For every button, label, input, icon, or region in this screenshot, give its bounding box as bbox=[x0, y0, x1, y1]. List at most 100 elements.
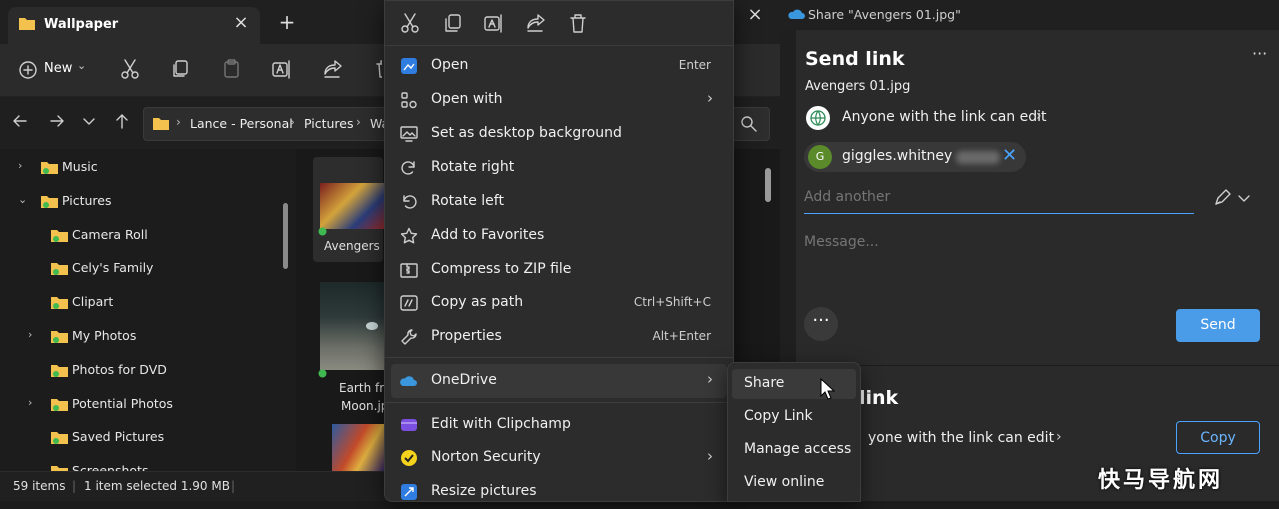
pencil-icon[interactable] bbox=[1212, 188, 1232, 208]
delete-icon[interactable] bbox=[372, 57, 382, 83]
recipient-chip[interactable]: G giggles.whitney ✕ bbox=[804, 142, 1026, 172]
breadcrumb-lance-personal[interactable]: Lance - Personal bbox=[190, 116, 293, 131]
nav-item[interactable]: Camera Roll bbox=[0, 219, 290, 251]
content-scrollbar[interactable] bbox=[765, 168, 771, 202]
file-caption-line-2: Moon.jp bbox=[341, 399, 389, 413]
folder-icon bbox=[152, 115, 170, 131]
menu-item-rotate-left[interactable]: Rotate left bbox=[391, 185, 727, 219]
nav-item[interactable]: Photos for DVD bbox=[0, 354, 290, 386]
submenu-item-label: View online bbox=[744, 474, 825, 490]
submenu-item-copy-link[interactable]: Copy Link bbox=[732, 402, 856, 432]
submenu-item-manage-access[interactable]: Manage access bbox=[732, 435, 856, 465]
rename-icon[interactable] bbox=[270, 57, 296, 83]
menu-item-set-as-desktop-background[interactable]: Set as desktop background bbox=[391, 117, 727, 151]
folder-icon bbox=[50, 227, 70, 243]
menu-item-label: Properties bbox=[431, 328, 502, 344]
menu-item-norton-security[interactable]: Norton Security › bbox=[391, 441, 727, 475]
submenu-item-label: Copy Link bbox=[744, 408, 813, 424]
close-window-icon[interactable]: × bbox=[744, 4, 766, 26]
resize-icon bbox=[400, 483, 418, 501]
file-item-earth-from-moon[interactable]: Earth fro Moon.jp bbox=[314, 282, 391, 417]
chevron-down-icon[interactable] bbox=[1236, 190, 1252, 206]
file-item-avengers-2[interactable] bbox=[314, 424, 384, 471]
nav-item[interactable]: Saved Pictures bbox=[0, 421, 290, 453]
message-field[interactable] bbox=[804, 234, 1244, 294]
menu-item-open-with[interactable]: Open with › bbox=[391, 83, 727, 117]
tab-wallpaper[interactable]: Wallpaper × bbox=[8, 7, 260, 44]
nav-item[interactable]: ⌄ Pictures bbox=[0, 185, 290, 217]
folder-icon bbox=[50, 396, 70, 412]
folder-icon bbox=[50, 429, 70, 445]
submenu-item-label: Share bbox=[744, 375, 785, 391]
copy-icon[interactable] bbox=[442, 12, 464, 34]
menu-item-properties[interactable]: Properties Alt+Enter bbox=[391, 320, 727, 354]
more-options-icon[interactable]: ··· bbox=[1252, 44, 1267, 63]
copy-icon[interactable] bbox=[168, 57, 194, 83]
menu-item-resize-pictures[interactable]: Resize pictures bbox=[391, 475, 727, 509]
chevron-right-icon: › bbox=[707, 89, 713, 107]
add-recipient-input[interactable] bbox=[804, 185, 1184, 209]
cut-icon[interactable] bbox=[399, 12, 421, 34]
nav-item-label: My Photos bbox=[72, 328, 137, 343]
context-menu: Open Enter Open with › Set as desktop backgr… bbox=[384, 0, 734, 502]
rotate-right-icon bbox=[400, 159, 418, 177]
link-permission-setting[interactable]: Anyone with the link can edit › bbox=[805, 105, 1065, 131]
new-button[interactable]: New ⌄ bbox=[14, 57, 92, 83]
nav-item[interactable]: Cely's Family bbox=[0, 252, 290, 284]
new-tab-icon[interactable]: + bbox=[276, 10, 298, 34]
copy-link-permission[interactable]: yone with the link can edit › bbox=[868, 429, 1078, 452]
breadcrumb-pictures[interactable]: Pictures bbox=[304, 116, 354, 131]
chevron-right-icon[interactable]: › bbox=[28, 396, 32, 409]
menu-item-onedrive[interactable]: OneDrive › bbox=[391, 364, 727, 398]
up-arrow-icon[interactable] bbox=[112, 111, 132, 131]
copy-button[interactable]: Copy bbox=[1176, 421, 1260, 454]
submenu-item-share[interactable]: Share bbox=[732, 369, 856, 399]
nav-item[interactable]: › Potential Photos bbox=[0, 388, 290, 420]
nav-item-label: Clipart bbox=[72, 294, 114, 310]
delete-icon[interactable] bbox=[567, 12, 589, 34]
menu-item-compress-to-zip-file[interactable]: Compress to ZIP file bbox=[391, 253, 727, 287]
close-tab-icon[interactable]: × bbox=[230, 12, 252, 34]
shared-file-name: Avengers 01.jpg bbox=[805, 79, 911, 94]
paste-icon[interactable] bbox=[219, 57, 245, 83]
add-recipient-field[interactable] bbox=[804, 185, 1194, 214]
message-input[interactable] bbox=[804, 234, 1244, 284]
chevron-right-icon[interactable]: › bbox=[18, 159, 22, 172]
folder-icon bbox=[50, 362, 70, 378]
submenu-item-view-online[interactable]: View online bbox=[732, 468, 856, 498]
navigation-scrollbar[interactable] bbox=[283, 203, 288, 269]
folder-icon bbox=[40, 193, 60, 209]
menu-item-edit-with-clipchamp[interactable]: Edit with Clipchamp bbox=[391, 408, 727, 442]
nav-item[interactable]: › My Photos bbox=[0, 320, 290, 352]
menu-item-rotate-right[interactable]: Rotate right bbox=[391, 151, 727, 185]
rename-icon[interactable] bbox=[483, 12, 505, 34]
nav-item-label: Cely's Family bbox=[72, 260, 154, 276]
send-button[interactable]: Send bbox=[1176, 309, 1260, 342]
remove-recipient-icon[interactable]: ✕ bbox=[1002, 145, 1017, 166]
nav-item[interactable]: Clipart bbox=[0, 286, 290, 318]
nav-item[interactable]: › Music bbox=[0, 151, 290, 183]
menu-item-open[interactable]: Open Enter bbox=[391, 49, 727, 83]
chevron-down-icon[interactable]: ⌄ bbox=[18, 193, 27, 206]
menu-item-add-to-favorites[interactable]: Add to Favorites bbox=[391, 219, 727, 253]
chevron-right-icon[interactable]: › bbox=[28, 328, 32, 341]
back-arrow-icon[interactable] bbox=[10, 111, 30, 131]
menu-item-shortcut: Alt+Enter bbox=[652, 329, 711, 343]
file-item-avengers[interactable]: Avengers 0 bbox=[314, 157, 391, 257]
menu-item-copy-as-path[interactable]: Copy as path Ctrl+Shift+C bbox=[391, 286, 727, 320]
forward-arrow-icon[interactable] bbox=[47, 111, 67, 131]
menu-item-label: OneDrive bbox=[431, 372, 497, 388]
file-thumbnail bbox=[320, 183, 384, 229]
cut-icon[interactable] bbox=[118, 57, 144, 83]
recent-locations-chevron-icon[interactable] bbox=[80, 111, 98, 131]
search-box[interactable] bbox=[728, 107, 770, 141]
more-sharing-options-button[interactable]: ··· bbox=[804, 307, 838, 341]
share-icon[interactable] bbox=[525, 12, 547, 34]
menu-item-label: Add to Favorites bbox=[431, 227, 545, 243]
status-divider: | bbox=[72, 479, 77, 493]
share-icon[interactable] bbox=[321, 57, 347, 83]
menu-item-label: Open bbox=[431, 57, 469, 73]
address-bar[interactable]: › Lance - Personal › Pictures › Wa bbox=[143, 107, 405, 141]
copy-path-icon bbox=[400, 294, 418, 312]
submenu-item-label: Manage access bbox=[744, 441, 852, 457]
